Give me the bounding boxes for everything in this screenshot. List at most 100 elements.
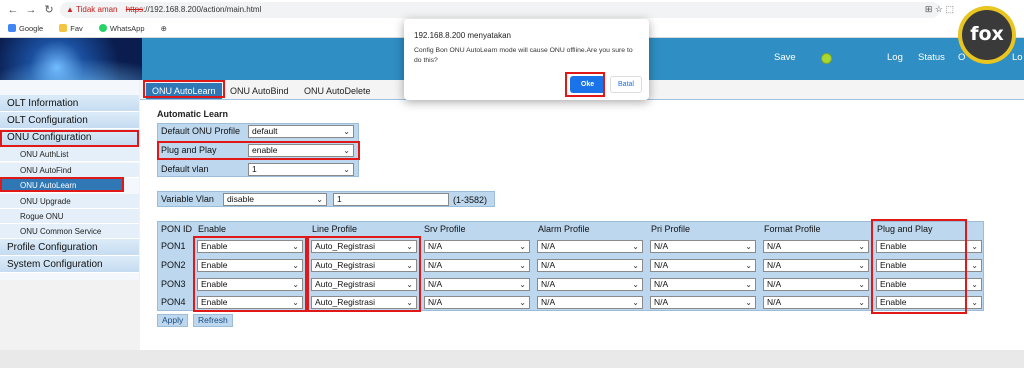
- chevron-down-icon: ⌄: [632, 242, 639, 251]
- pri-profile-select[interactable]: N/A ⌄: [650, 240, 756, 253]
- logout-link[interactable]: Lo: [1012, 52, 1023, 63]
- col-plug-and-play: Plug and Play: [877, 224, 933, 234]
- tab-onu-autobind[interactable]: ONU AutoBind: [224, 83, 295, 99]
- col-pon-id: PON ID: [161, 224, 193, 234]
- reload-icon[interactable]: ↻: [42, 3, 56, 17]
- sidebar-item-onu-autofind[interactable]: ONU AutoFind: [0, 163, 139, 178]
- select-value: Enable: [201, 279, 228, 289]
- srv-profile-select[interactable]: N/A ⌄: [424, 296, 530, 309]
- default-vlan-select[interactable]: 1 ⌄: [248, 163, 354, 176]
- srv-profile-select[interactable]: N/A ⌄: [424, 240, 530, 253]
- srv-profile-select[interactable]: N/A ⌄: [424, 259, 530, 272]
- chevron-down-icon: ⌄: [343, 165, 350, 174]
- plug-and-play-row-select[interactable]: Enable ⌄: [876, 259, 982, 272]
- alarm-profile-select[interactable]: N/A ⌄: [537, 240, 643, 253]
- select-value: N/A: [654, 297, 669, 307]
- select-value: Auto_Registrasi: [315, 260, 376, 270]
- save-link[interactable]: Save: [774, 52, 796, 63]
- plug-and-play-row-select[interactable]: Enable ⌄: [876, 296, 982, 309]
- log-link[interactable]: Log: [887, 52, 903, 63]
- chevron-down-icon: ⌄: [519, 242, 526, 251]
- format-profile-select[interactable]: N/A ⌄: [763, 259, 869, 272]
- ok-button[interactable]: Oke: [570, 76, 605, 93]
- apply-button[interactable]: Apply: [157, 314, 189, 327]
- line-profile-select[interactable]: Auto_Registrasi ⌄: [311, 296, 417, 309]
- whatsapp-icon: [98, 24, 107, 32]
- alarm-profile-select[interactable]: N/A ⌄: [537, 296, 643, 309]
- variable-vlan-select[interactable]: disable ⌄: [223, 193, 327, 206]
- chevron-down-icon: ⌄: [858, 280, 865, 289]
- url-scheme: https: [125, 5, 144, 14]
- select-value: Enable: [880, 241, 907, 251]
- back-icon[interactable]: ←: [6, 3, 20, 17]
- sidebar-item-onu-authlist[interactable]: ONU AuthList: [0, 147, 139, 162]
- tab-onu-autodelete[interactable]: ONU AutoDelete: [298, 83, 377, 99]
- google-icon: [8, 24, 16, 32]
- sidebar-item-onu-autolearn[interactable]: ONU AutoLearn: [0, 178, 124, 193]
- sidebar-item-profile-configuration[interactable]: Profile Configuration: [0, 239, 139, 256]
- tab-onu-autolearn[interactable]: ONU AutoLearn: [146, 83, 222, 99]
- col-enable: Enable: [198, 224, 227, 234]
- plug-and-play-label: Plug and Play: [161, 145, 217, 155]
- srv-profile-select[interactable]: N/A ⌄: [424, 278, 530, 291]
- pri-profile-select[interactable]: N/A ⌄: [650, 296, 756, 309]
- sidebar-item-system-configuration[interactable]: System Configuration: [0, 256, 139, 273]
- chevron-down-icon: ⌄: [406, 280, 413, 289]
- select-value: Enable: [880, 297, 907, 307]
- main-content: ONU AutoLearn ONU AutoBind ONU AutoDelet…: [140, 80, 1024, 350]
- bookmark-fav[interactable]: Fav: [59, 24, 83, 33]
- chevron-down-icon: ⌄: [292, 261, 299, 270]
- section-title: Automatic Learn: [157, 109, 229, 119]
- pri-profile-select[interactable]: N/A ⌄: [650, 259, 756, 272]
- globe-icon[interactable]: ⊕: [161, 24, 167, 33]
- status-link[interactable]: Status: [918, 52, 945, 63]
- chevron-down-icon: ⌄: [858, 298, 865, 307]
- col-line-profile: Line Profile: [312, 224, 358, 234]
- sidebar-item-olt-information[interactable]: OLT Information: [0, 95, 139, 112]
- refresh-button[interactable]: Refresh: [193, 314, 233, 327]
- enable-select[interactable]: Enable ⌄: [197, 259, 303, 272]
- chevron-down-icon: ⌄: [632, 298, 639, 307]
- security-label: Tidak aman: [76, 5, 118, 14]
- plug-and-play-row-select[interactable]: Enable ⌄: [876, 278, 982, 291]
- enable-select[interactable]: Enable ⌄: [197, 296, 303, 309]
- extensions-icon[interactable]: ⊞ ☆ ⬚: [925, 4, 954, 15]
- sidebar-item-onu-upgrade[interactable]: ONU Upgrade: [0, 194, 139, 209]
- line-profile-select[interactable]: Auto_Registrasi ⌄: [311, 259, 417, 272]
- chevron-down-icon: ⌄: [406, 242, 413, 251]
- sidebar-item-onu-common-service[interactable]: ONU Common Service: [0, 224, 139, 239]
- vlan-input[interactable]: 1: [333, 193, 449, 206]
- bookmark-whatsapp[interactable]: WhatsApp: [98, 24, 145, 33]
- cancel-button[interactable]: Batal: [610, 76, 642, 93]
- bookmark-google[interactable]: Google: [8, 24, 43, 33]
- enable-select[interactable]: Enable ⌄: [197, 278, 303, 291]
- sidebar-item-olt-configuration[interactable]: OLT Configuration: [0, 112, 139, 129]
- alarm-profile-select[interactable]: N/A ⌄: [537, 259, 643, 272]
- pri-profile-select[interactable]: N/A ⌄: [650, 278, 756, 291]
- sidebar-item-rogue-onu[interactable]: Rogue ONU: [0, 209, 139, 224]
- line-profile-select[interactable]: Auto_Registrasi ⌄: [311, 278, 417, 291]
- chevron-down-icon: ⌄: [971, 261, 978, 270]
- line-profile-select[interactable]: Auto_Registrasi ⌄: [311, 240, 417, 253]
- select-value: N/A: [541, 279, 556, 289]
- select-value: Auto_Registrasi: [315, 241, 376, 251]
- chevron-down-icon: ⌄: [519, 280, 526, 289]
- format-profile-select[interactable]: N/A ⌄: [763, 296, 869, 309]
- default-onu-profile-select[interactable]: default ⌄: [248, 125, 354, 138]
- chevron-down-icon: ⌄: [519, 261, 526, 270]
- select-value: N/A: [767, 241, 782, 251]
- alarm-profile-select[interactable]: N/A ⌄: [537, 278, 643, 291]
- address-bar[interactable]: ▲ Tidak aman https://192.168.8.200/actio…: [60, 2, 940, 18]
- forward-icon[interactable]: →: [24, 3, 38, 17]
- select-value: N/A: [428, 279, 443, 289]
- sidebar-item-onu-configuration[interactable]: ONU Configuration: [0, 129, 139, 146]
- chevron-down-icon: ⌄: [745, 280, 752, 289]
- format-profile-select[interactable]: N/A ⌄: [763, 240, 869, 253]
- enable-select[interactable]: Enable ⌄: [197, 240, 303, 253]
- plug-and-play-row-select[interactable]: Enable ⌄: [876, 240, 982, 253]
- chevron-down-icon: ⌄: [858, 261, 865, 270]
- pon-id-cell: PON3: [161, 279, 186, 289]
- format-profile-select[interactable]: N/A ⌄: [763, 278, 869, 291]
- plug-and-play-select[interactable]: enable ⌄: [248, 144, 354, 157]
- chevron-down-icon: ⌄: [292, 242, 299, 251]
